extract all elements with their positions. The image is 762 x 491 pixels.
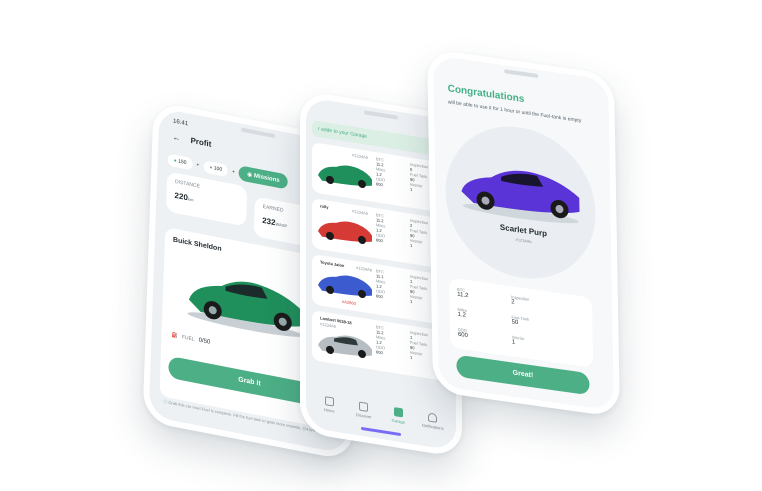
item-stats-2: Inspection 0 Fuel Tank 90 Interior 1 xyxy=(410,162,428,195)
notch xyxy=(503,69,538,78)
red-car-image xyxy=(318,221,372,245)
item-stats-2: Inspection 1 Fuel Tank 90 Interior 1 xyxy=(410,274,428,307)
btc-stat: BTC 11.2 xyxy=(457,286,469,300)
stats-card: BTC 11.2 Inspection 2 Miles 1.2 Fuel-Tan… xyxy=(448,277,594,368)
green-car-image xyxy=(187,281,305,337)
item-id: #1234Ab xyxy=(356,265,373,273)
fuel-stat: Fuel-Tank 50 xyxy=(511,314,530,327)
back-arrow-icon[interactable]: ← xyxy=(172,132,180,142)
blue-car-image xyxy=(318,275,372,299)
discover-icon xyxy=(359,401,369,412)
fuel-row: ⛽ FUEL 0/50 xyxy=(172,332,211,345)
status-time: 16:41 xyxy=(172,118,189,128)
item-stats: BTC 11.2 Miles 1.2 ODO 600 xyxy=(376,212,385,243)
nav-discover[interactable]: Discover xyxy=(347,400,382,421)
notch xyxy=(364,110,398,120)
miles-stat: Miles 1.2 xyxy=(457,306,467,319)
earned-label: EARNED xyxy=(262,203,284,214)
nav-notifications[interactable]: Notifications xyxy=(416,410,451,431)
bell-icon xyxy=(428,412,438,423)
page-title: Profit xyxy=(190,135,212,149)
missions-icon: ◉ xyxy=(246,171,253,179)
item-stats: BTC 11.2 Miles 1.2 ODO 600 xyxy=(376,324,385,355)
green-car-image xyxy=(318,165,372,189)
fuel-label: FUEL xyxy=(181,334,195,343)
item-name: rolly xyxy=(320,203,329,210)
item-id: #1234Ab xyxy=(352,208,369,216)
garage-icon xyxy=(393,407,403,418)
inspection-stat: Inspection 2 xyxy=(511,294,530,306)
item-stats-2: Inspection 1 Fuel Tank 90 Interior 1 xyxy=(410,330,428,363)
distance-value: 220km xyxy=(174,190,194,203)
item-stats-2: Inspection 2 Fuel Tank 90 Interior 1 xyxy=(410,218,428,251)
distance-label: DISTANCE xyxy=(174,178,200,190)
nav-home[interactable]: Home xyxy=(312,394,347,415)
status-badge: #A2560 xyxy=(342,298,356,307)
item-name: Toyota Jalon xyxy=(320,259,345,269)
odo-stat: ODO 600 xyxy=(457,326,469,340)
fuel-value: 0/50 xyxy=(198,337,211,346)
chip-1[interactable]: ● 150 xyxy=(167,152,193,170)
item-stats: BTC 11.1 Miles 1.2 ODO 600 xyxy=(376,268,385,299)
fuel-icon: ⛽ xyxy=(171,332,178,340)
item-id: #1234Ab xyxy=(352,152,369,160)
item-stats: BTC 11.2 Miles 1.2 ODO 600 xyxy=(376,156,385,187)
nav-garage[interactable]: Garage xyxy=(381,405,416,426)
interior-stat: Interior 1 xyxy=(511,334,525,346)
missions-button[interactable]: ◉ Missions xyxy=(238,165,288,190)
banner-text: r adde to your Garage xyxy=(318,126,367,140)
info-icon: ⓘ xyxy=(163,398,168,405)
silver-car-image xyxy=(318,335,372,359)
earned-value: 232WASP xyxy=(262,215,288,229)
chip-2[interactable]: ● 100 xyxy=(203,159,229,177)
home-icon xyxy=(324,396,334,407)
home-indicator xyxy=(361,426,401,437)
congrats-phone: Congratulations will be able to use it f… xyxy=(427,48,620,418)
congrats-screen: Congratulations will be able to use it f… xyxy=(433,55,614,411)
car-name: Buick Sheldon xyxy=(172,236,222,253)
